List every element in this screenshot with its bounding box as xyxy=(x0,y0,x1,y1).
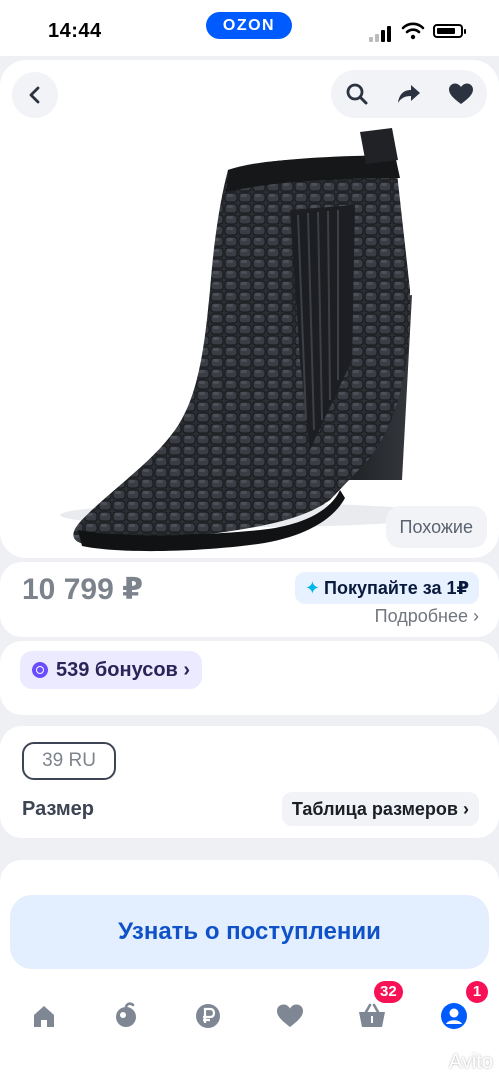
sparkle-icon: ✦ xyxy=(304,578,321,598)
ozon-ruble-icon xyxy=(196,1004,220,1028)
cart-icon xyxy=(359,1003,385,1027)
profile-icon xyxy=(441,1003,467,1029)
size-option[interactable]: 39 RU xyxy=(22,742,116,780)
wifi-icon xyxy=(401,22,425,40)
signal-icon xyxy=(369,26,391,42)
ozon-badge[interactable]: OZON xyxy=(206,12,292,39)
favorite-button[interactable] xyxy=(435,70,487,118)
size-table-button[interactable]: Таблица размеров › xyxy=(281,792,479,826)
status-bar: 14:44 OZON xyxy=(0,0,499,56)
status-icons xyxy=(369,22,469,42)
notify-availability-button[interactable]: Узнать о поступлении xyxy=(10,895,489,969)
profile-badge: 1 xyxy=(466,981,488,1003)
product-image-area[interactable]: Похожие xyxy=(0,60,499,558)
search-icon xyxy=(346,83,368,105)
product-photo xyxy=(60,128,440,552)
size-card: 39 RU Размер Таблица размеров › xyxy=(0,726,499,838)
size-label: Размер xyxy=(22,798,95,820)
bonus-card: 539 бонусов › xyxy=(0,641,499,715)
avito-watermark: Avito xyxy=(448,1051,493,1073)
bonus-label: 539 бонусов › xyxy=(56,658,191,681)
product-price: 10 799 ₽ xyxy=(22,573,143,606)
cart-count-badge: 32 xyxy=(374,981,403,1003)
nav-ozon-card[interactable] xyxy=(178,987,238,1045)
more-details-link[interactable]: Подробнее › xyxy=(375,606,479,627)
promo-label: Покупайте за 1₽ xyxy=(324,578,469,598)
bonus-icon xyxy=(32,662,48,678)
status-time: 14:44 xyxy=(48,20,102,42)
home-icon xyxy=(34,1006,54,1027)
back-button[interactable] xyxy=(12,72,58,118)
bonus-chip[interactable]: 539 бонусов › xyxy=(20,651,203,689)
buy-for-1-ruble-promo[interactable]: ✦ Покупайте за 1₽ xyxy=(294,572,479,604)
share-icon xyxy=(398,85,420,103)
catalog-icon xyxy=(116,1002,136,1027)
price-card: 10 799 ₽ ✦ Покупайте за 1₽ Подробнее › xyxy=(0,562,499,637)
chevron-left-icon xyxy=(29,86,40,104)
heart-icon xyxy=(449,83,473,104)
similar-button[interactable]: Похожие xyxy=(385,506,487,548)
top-actions xyxy=(331,70,487,118)
bottom-nav: 32 1 xyxy=(0,975,499,1080)
nav-favorites[interactable] xyxy=(260,987,320,1045)
battery-icon xyxy=(433,24,466,38)
nav-home[interactable] xyxy=(14,987,74,1045)
nav-catalog[interactable] xyxy=(96,987,156,1045)
share-button[interactable] xyxy=(383,70,435,118)
search-button[interactable] xyxy=(331,70,383,118)
favorites-icon xyxy=(277,1004,303,1027)
